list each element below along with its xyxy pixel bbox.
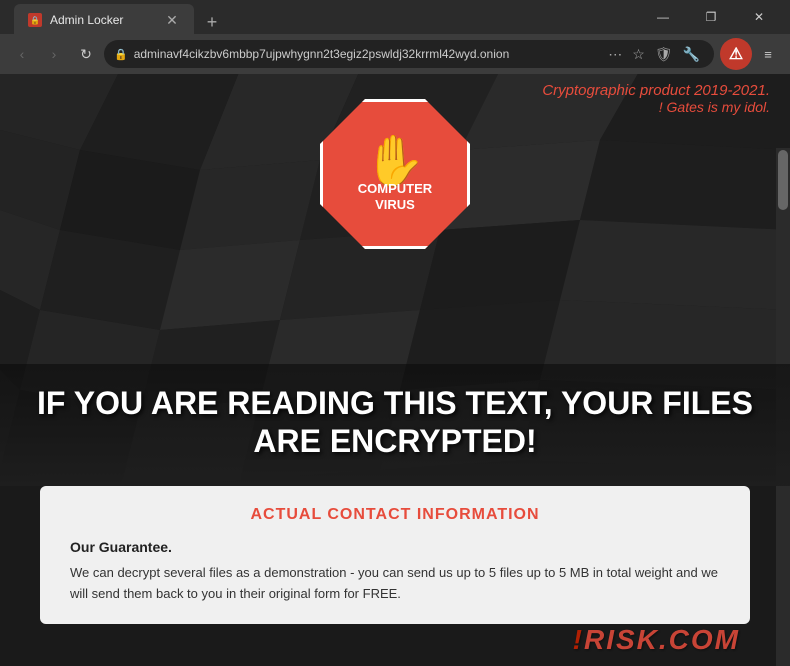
gates-text: ! Gates is my idol. — [542, 99, 770, 115]
headline-section: IF YOU ARE READING THIS TEXT, YOUR FILES… — [0, 364, 790, 486]
toolbar: ‹ › ↻ 🔒 adminavf4cikzbv6mbbp7ujpwhygnn2t… — [0, 34, 790, 74]
bookmark-icon[interactable]: ☆ — [628, 44, 649, 65]
hand-icon: ✋ — [364, 136, 426, 186]
page-content: Cryptographic product 2019-2021. ! Gates… — [0, 74, 790, 666]
extension-icon[interactable]: 🔧 — [679, 44, 704, 65]
toolbar-right: ⚠ ≡ — [718, 38, 782, 70]
octagon: ✋ COMPUTER VIRUS — [320, 99, 470, 249]
top-right-text: Cryptographic product 2019-2021. ! Gates… — [542, 82, 770, 115]
address-actions: ⋯ ☆ 🛡 🔧 — [604, 44, 704, 65]
address-bar[interactable]: 🔒 adminavf4cikzbv6mbbp7ujpwhygnn2t3egiz2… — [104, 40, 714, 68]
tab-area: 🔒 Admin Locker ✕ + — [8, 0, 226, 36]
guarantee-text: We can decrypt several files as a demons… — [70, 563, 720, 605]
info-card: ACTUAL CONTACT INFORMATION Our Guarantee… — [40, 486, 750, 625]
tab-favicon: 🔒 — [28, 13, 42, 27]
extension-avatar[interactable]: ⚠ — [720, 38, 752, 70]
cryptographic-text: Cryptographic product 2019-2021. — [542, 82, 770, 99]
new-tab-button[interactable]: + — [198, 8, 226, 36]
maximize-button[interactable]: ❐ — [688, 0, 734, 34]
watermark: !RISK.COM — [573, 624, 740, 656]
back-button[interactable]: ‹ — [8, 40, 36, 68]
dark-background: Cryptographic product 2019-2021. ! Gates… — [0, 74, 790, 666]
menu-button[interactable]: ≡ — [754, 40, 782, 68]
stop-sign: ✋ COMPUTER VIRUS — [315, 94, 475, 254]
shield-icon[interactable]: 🛡 — [651, 44, 677, 65]
tab-close-button[interactable]: ✕ — [164, 12, 180, 28]
top-section: Cryptographic product 2019-2021. ! Gates… — [0, 74, 790, 374]
computer-virus-text: COMPUTER VIRUS — [358, 181, 432, 212]
url-text: adminavf4cikzbv6mbbp7ujpwhygnn2t3egiz2ps… — [134, 47, 599, 61]
window-controls: — ❐ ✕ — [640, 0, 782, 34]
refresh-button[interactable]: ↻ — [72, 40, 100, 68]
browser-frame: 🔒 Admin Locker ✕ + — ❐ ✕ ‹ › ↻ — [0, 0, 790, 74]
more-actions-icon[interactable]: ⋯ — [604, 44, 626, 65]
minimize-button[interactable]: — — [640, 0, 686, 34]
watermark-text: !RISK.COM — [573, 624, 740, 656]
stop-sign-container: ✋ COMPUTER VIRUS — [315, 94, 475, 254]
guarantee-title: Our Guarantee. — [70, 539, 720, 555]
forward-button[interactable]: › — [40, 40, 68, 68]
tab-title: Admin Locker — [50, 13, 156, 27]
close-button[interactable]: ✕ — [736, 0, 782, 34]
active-tab[interactable]: 🔒 Admin Locker ✕ — [14, 4, 194, 36]
main-headline: IF YOU ARE READING THIS TEXT, YOUR FILES… — [30, 384, 760, 461]
title-bar: 🔒 Admin Locker ✕ + — ❐ ✕ — [0, 0, 790, 34]
security-lock-icon: 🔒 — [114, 48, 128, 61]
extensions-area: ⚠ — [720, 38, 752, 70]
card-header: ACTUAL CONTACT INFORMATION — [70, 506, 720, 524]
